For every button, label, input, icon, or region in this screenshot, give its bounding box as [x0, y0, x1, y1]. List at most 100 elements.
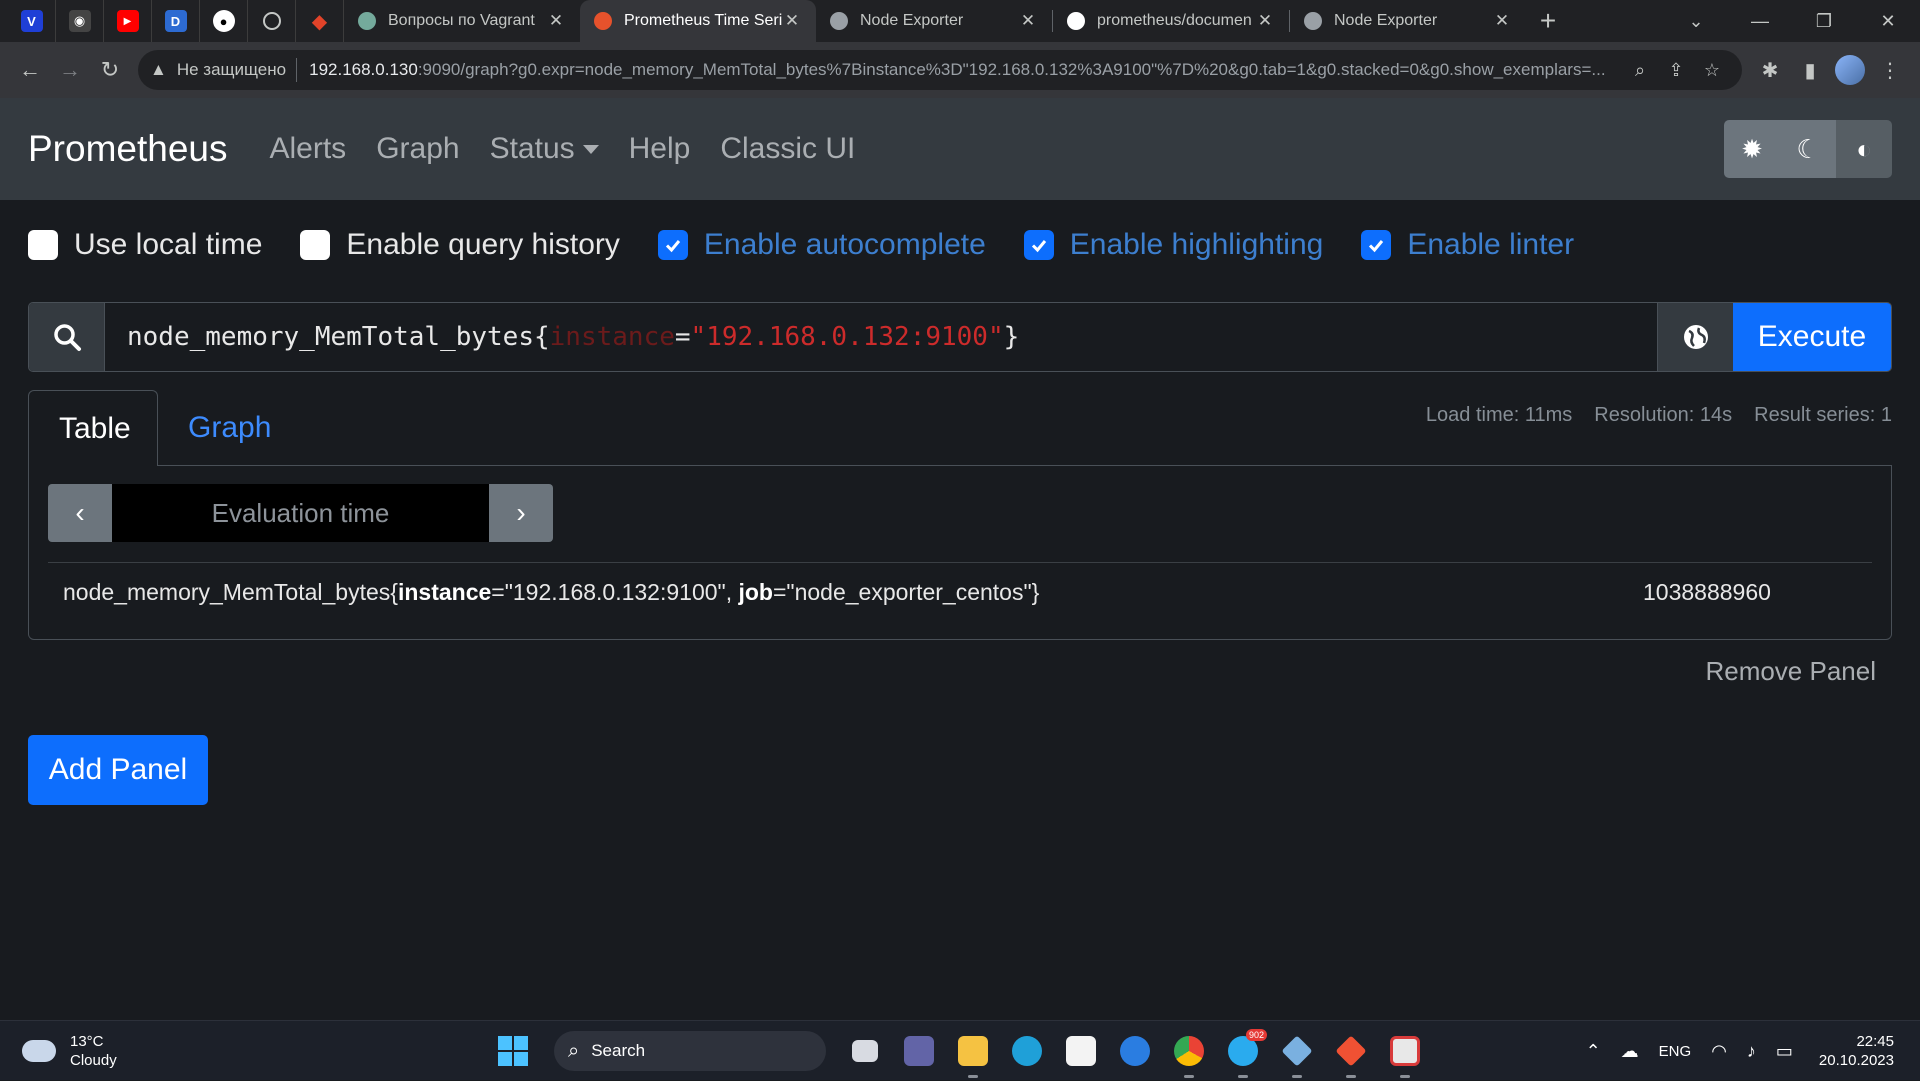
- execute-button[interactable]: Execute: [1733, 303, 1891, 371]
- telegram-icon[interactable]: 902: [1216, 1021, 1270, 1081]
- browser-tab-prometheus[interactable]: Prometheus Time Serie ✕: [580, 0, 816, 42]
- pinned-tab-globe[interactable]: [248, 0, 296, 42]
- linter-checkbox[interactable]: [1361, 230, 1392, 260]
- git-icon[interactable]: [1324, 1021, 1378, 1081]
- pinned-tab-gitlab[interactable]: ◆: [296, 0, 344, 42]
- brand-link[interactable]: Prometheus: [28, 128, 228, 170]
- highlighting-checkbox[interactable]: [1023, 230, 1054, 260]
- nav-graph[interactable]: Graph: [376, 132, 459, 166]
- file-explorer-icon[interactable]: [946, 1021, 1000, 1081]
- chatgpt-favicon-icon: [358, 12, 376, 30]
- side-panel-icon[interactable]: ▮: [1790, 50, 1830, 90]
- browser-tab-vagrant[interactable]: Вопросы по Vagrant ✕: [344, 0, 580, 42]
- autocomplete-checkbox[interactable]: [657, 230, 688, 260]
- browser-tab-node-exporter[interactable]: Node Exporter ✕: [816, 0, 1052, 42]
- previous-time-chevron-left-icon[interactable]: ‹: [48, 484, 112, 542]
- option-autocomplete[interactable]: Enable autocomplete: [657, 228, 986, 262]
- tab-graph[interactable]: Graph: [158, 390, 301, 466]
- browser-tab-node-exporter-2[interactable]: Node Exporter ✕: [1290, 0, 1526, 42]
- chrome-browser-icon[interactable]: [1162, 1021, 1216, 1081]
- taskbar-search[interactable]: ⌕ Search: [554, 1031, 826, 1071]
- back-button[interactable]: ←: [10, 50, 50, 90]
- task-view-shape: [852, 1040, 878, 1062]
- clock[interactable]: 22:45 20.10.2023: [1819, 1032, 1894, 1070]
- remove-panel-link[interactable]: Remove Panel: [1705, 656, 1876, 687]
- close-tab-icon[interactable]: ✕: [1492, 11, 1512, 31]
- use-local-time-checkbox[interactable]: [28, 230, 58, 260]
- option-label: Enable query history: [346, 228, 620, 261]
- share-icon[interactable]: ⇪: [1658, 60, 1694, 81]
- extensions-puzzle-icon[interactable]: ✱: [1750, 50, 1790, 90]
- pinned-tab-github[interactable]: ●: [200, 0, 248, 42]
- pinned-tab-youtube[interactable]: ▶: [104, 0, 152, 42]
- load-time: Load time: 11ms: [1425, 404, 1573, 426]
- dark-theme-moon-icon[interactable]: ☾: [1780, 120, 1836, 178]
- minimize-button[interactable]: —: [1728, 0, 1792, 42]
- windows-taskbar: 13°C Cloudy ⌕ Search 902 ⌃ ☁ ENG ◠ ♪ ▭ 2…: [0, 1020, 1920, 1080]
- edge-shape: [1012, 1036, 1042, 1066]
- teams-meet-icon[interactable]: [892, 1021, 946, 1081]
- bookmark-star-icon[interactable]: ☆: [1694, 60, 1730, 81]
- nav-help[interactable]: Help: [629, 132, 691, 166]
- cloudy-weather-icon: [22, 1039, 56, 1062]
- weather-widget[interactable]: 13°C Cloudy: [0, 1032, 300, 1070]
- next-time-chevron-right-icon[interactable]: ›: [489, 484, 553, 542]
- zoom-icon[interactable]: ⌕: [1622, 60, 1658, 81]
- snipping-shape: [1390, 1036, 1420, 1066]
- forward-button[interactable]: →: [50, 50, 90, 90]
- volume-icon[interactable]: ♪: [1747, 1041, 1756, 1062]
- expression-input[interactable]: node_memory_MemTotal_bytes{instance = "192…: [105, 303, 1657, 371]
- task-view-icon[interactable]: [838, 1021, 892, 1081]
- wifi-icon[interactable]: ◠: [1711, 1041, 1727, 1062]
- nav-classic-ui[interactable]: Classic UI: [720, 132, 855, 166]
- battery-icon[interactable]: ▭: [1776, 1041, 1793, 1062]
- add-panel-button[interactable]: Add Panel: [28, 735, 208, 805]
- tab-title: prometheus/documen: [1097, 12, 1252, 29]
- pinned-tab-extension[interactable]: ◉: [56, 0, 104, 42]
- input-language[interactable]: ENG: [1659, 1043, 1692, 1060]
- security-status[interactable]: Не защищено: [177, 60, 286, 80]
- query-history-checkbox[interactable]: [300, 230, 331, 260]
- result-value: 1038888960: [1643, 579, 1771, 605]
- query-options: Use local time Enable query history Enab…: [28, 228, 1612, 262]
- close-window-button[interactable]: ✕: [1856, 0, 1920, 42]
- thunderbird-mail-icon[interactable]: [1108, 1021, 1162, 1081]
- nav-status-dropdown[interactable]: Status: [490, 132, 599, 166]
- tab-search-icon[interactable]: ⌄: [1664, 0, 1728, 42]
- reload-button[interactable]: ↻: [90, 50, 130, 90]
- close-tab-icon[interactable]: ✕: [1255, 11, 1275, 31]
- pinned-tab-vivaldi[interactable]: V: [8, 0, 56, 42]
- nav-alerts[interactable]: Alerts: [270, 132, 347, 166]
- maximize-button[interactable]: ❐: [1792, 0, 1856, 42]
- clock-time: 22:45: [1856, 1033, 1894, 1050]
- evaluation-time-input[interactable]: Evaluation time: [112, 484, 489, 542]
- option-linter[interactable]: Enable linter: [1361, 228, 1574, 262]
- new-tab-button[interactable]: +: [1526, 0, 1570, 42]
- microsoft-store-icon[interactable]: [1054, 1021, 1108, 1081]
- address-bar[interactable]: ▲ Не защищено 192.168.0.130 :9090/graph?…: [138, 50, 1742, 90]
- onedrive-cloud-icon[interactable]: ☁: [1621, 1041, 1639, 1062]
- show-hidden-icons-chevron-up-icon[interactable]: ⌃: [1586, 1041, 1601, 1062]
- globe-icon: [262, 12, 281, 30]
- browser-tab-prometheus-docs[interactable]: prometheus/documen ✕: [1053, 0, 1289, 42]
- windows-start-icon[interactable]: [498, 1036, 528, 1066]
- option-query-history[interactable]: Enable query history: [300, 228, 620, 262]
- auto-theme-contrast-icon[interactable]: ◐: [1836, 120, 1892, 178]
- search-icon: ⌕: [568, 1039, 580, 1062]
- virtualbox-icon[interactable]: [1270, 1021, 1324, 1081]
- close-tab-icon[interactable]: ✕: [782, 11, 802, 31]
- option-highlighting[interactable]: Enable highlighting: [1023, 228, 1323, 262]
- close-tab-icon[interactable]: ✕: [1018, 11, 1038, 31]
- warning-icon[interactable]: ▲: [150, 60, 167, 80]
- close-tab-icon[interactable]: ✕: [546, 11, 566, 31]
- metrics-explorer-globe-icon[interactable]: [1657, 303, 1733, 371]
- tab-table[interactable]: Table: [28, 390, 158, 466]
- browser-menu-icon[interactable]: ⋮: [1870, 50, 1910, 90]
- option-use-local-time[interactable]: Use local time: [28, 228, 262, 262]
- pinned-tab-dj[interactable]: D: [152, 0, 200, 42]
- snipping-tool-icon[interactable]: [1378, 1021, 1432, 1081]
- avatar: [1835, 55, 1865, 85]
- light-theme-sun-icon[interactable]: ✹: [1724, 120, 1780, 178]
- edge-browser-icon[interactable]: [1000, 1021, 1054, 1081]
- profile-avatar[interactable]: [1830, 50, 1870, 90]
